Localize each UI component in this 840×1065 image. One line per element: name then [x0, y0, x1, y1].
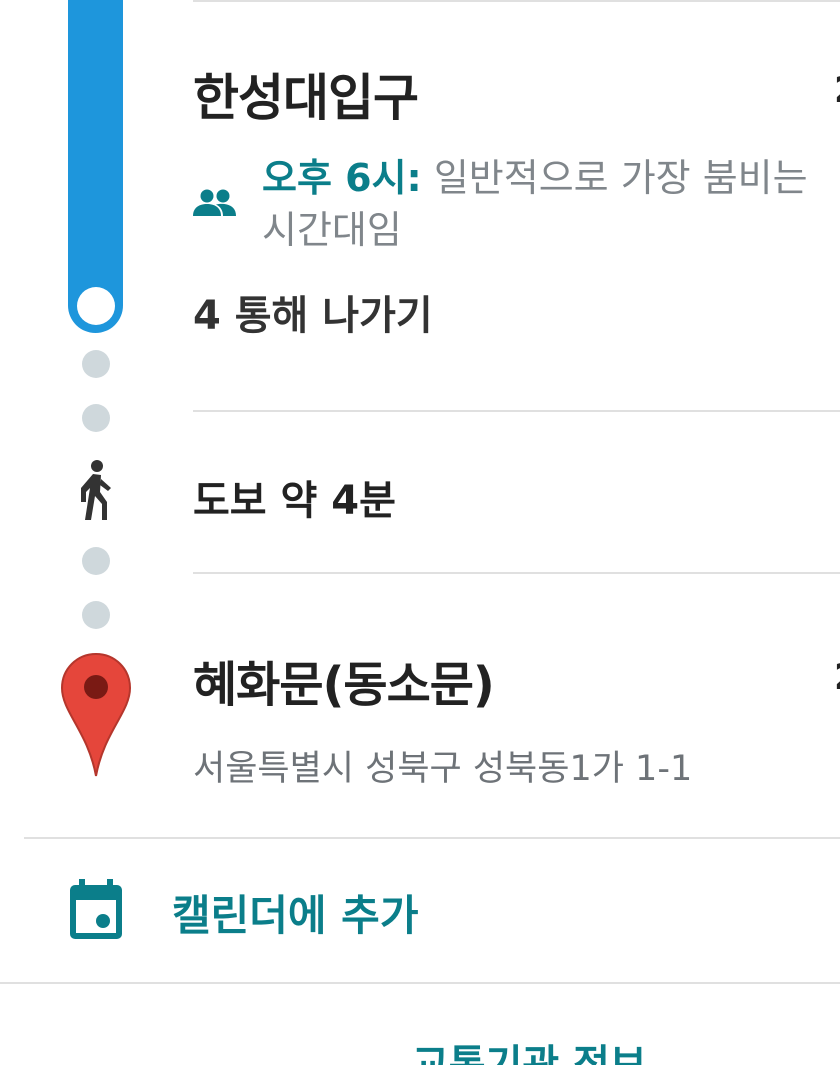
- add-to-calendar-button[interactable]: 캘린더에 추가: [0, 842, 840, 982]
- top-divider: [193, 0, 840, 2]
- people-icon: [193, 189, 236, 216]
- directions-screen: 한성대입구 2 오후 6시: 일반적으로 가장 붐비는 시간대임 4 통해 나가…: [0, 0, 840, 1065]
- calendar-icon: [70, 879, 122, 939]
- route-dot: [82, 404, 110, 432]
- add-to-calendar-label: 캘린더에 추가: [172, 891, 419, 940]
- route-dot: [82, 547, 110, 575]
- destination-address: 서울특별시 성북구 성북동1가 1-1: [193, 749, 693, 789]
- walking-person-icon: [81, 460, 111, 520]
- crowd-text: 일반적으로 가장 붐비는: [433, 156, 808, 200]
- walk-duration: 도보 약 4분: [193, 478, 396, 524]
- destination-side-text: 2: [834, 657, 840, 698]
- stop-marker: [77, 287, 115, 325]
- station-name[interactable]: 한성대입구: [193, 58, 419, 130]
- route-dot: [82, 350, 110, 378]
- crowd-info: 오후 6시: 일반적으로 가장 붐비는: [262, 154, 840, 202]
- section-divider: [193, 410, 840, 412]
- section-divider: [24, 837, 840, 839]
- crowd-time: 오후 6시:: [262, 156, 422, 200]
- map-pin-icon: [60, 652, 132, 777]
- section-divider: [0, 982, 840, 984]
- exit-label: 4 통해 나가기: [193, 293, 433, 339]
- route-dot: [82, 601, 110, 629]
- crowd-text-continued: 시간대임: [262, 208, 402, 252]
- station-side-text: 2: [834, 70, 840, 111]
- destination-name[interactable]: 혜화문(동소문): [193, 645, 495, 715]
- transit-info-link[interactable]: 교통기관 정보: [412, 1032, 647, 1065]
- transit-line: [68, 0, 123, 333]
- section-divider: [193, 572, 840, 574]
